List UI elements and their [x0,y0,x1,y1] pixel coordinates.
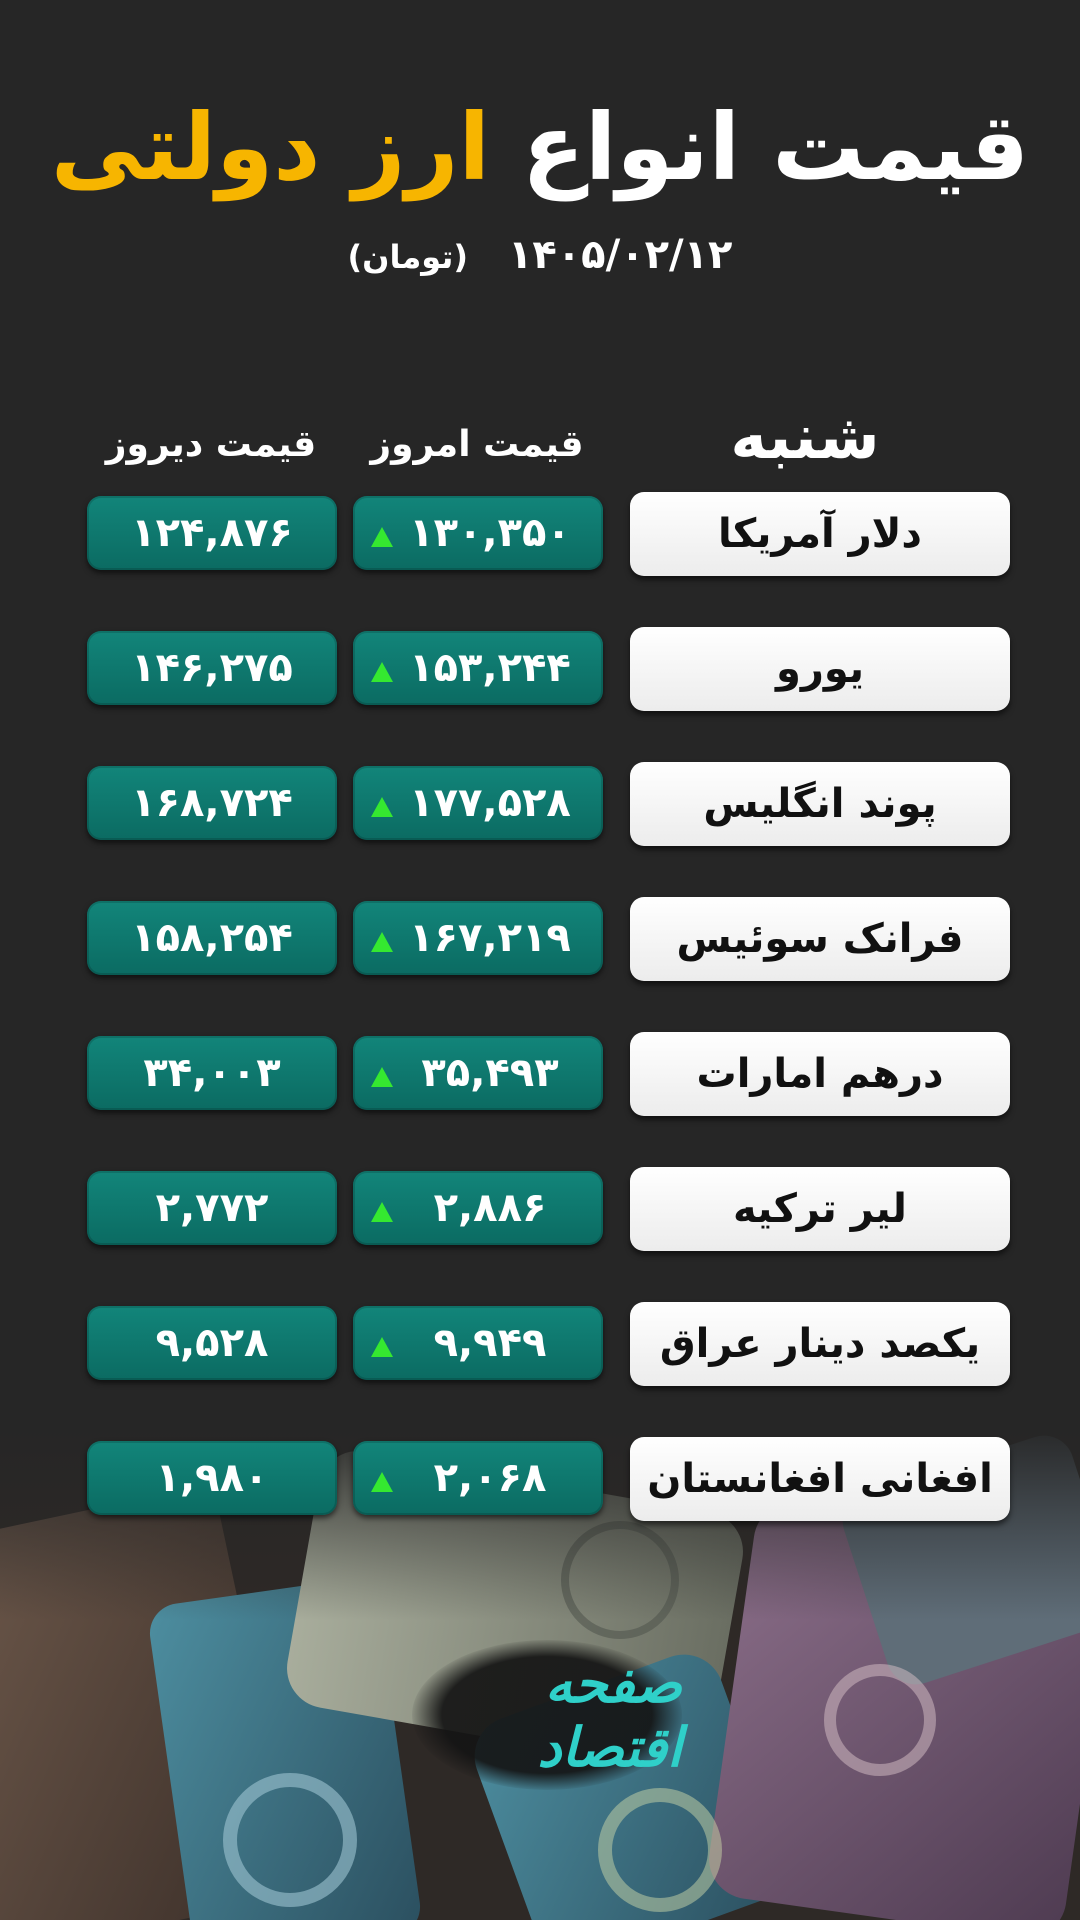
today-price-box: ۲,۰۶۸ [353,1441,603,1515]
yesterday-price-box: ۱۲۴,۸۷۶ [87,496,337,570]
currency-name: یکصد دینار عراق [630,1302,1010,1386]
today-price-box: ۹,۹۴۹ [353,1306,603,1380]
yesterday-price-box: ۱۵۸,۲۵۴ [87,901,337,975]
today-price-box: ۱۳۰,۳۵۰ [353,496,603,570]
date-line: ۱۴۰۵/۰۲/۱۲ (تومان) [0,232,1080,278]
up-arrow-icon [371,662,393,682]
yesterday-price-box: ۹,۵۲۸ [87,1306,337,1380]
today-price: ۹,۹۴۹ [433,1320,547,1366]
up-arrow-icon [371,1337,393,1357]
currency-name: یورو [630,627,1010,711]
up-arrow-icon [371,797,393,817]
title-yellow-part: ارز دولتی [50,94,490,201]
yesterday-price: ۱۶۸,۷۲۴ [131,780,293,826]
currency-name: افغانی افغانستان [630,1437,1010,1521]
today-price-header: قیمت امروز [370,424,584,465]
yesterday-price: ۹,۵۲۸ [155,1320,269,1366]
up-arrow-icon [371,1067,393,1087]
date-text: ۱۴۰۵/۰۲/۱۲ [507,232,733,278]
title-white-part: قیمت انواع [522,94,1030,201]
page-title: قیمت انواع ارز دولتی [0,88,1080,208]
today-price: ۱۶۷,۲۱۹ [409,915,571,961]
today-price: ۲,۸۸۶ [433,1185,547,1231]
yesterday-price: ۱۲۴,۸۷۶ [131,510,293,556]
up-arrow-icon [371,1202,393,1222]
today-price: ۲,۰۶۸ [433,1455,547,1501]
yesterday-price: ۲,۷۷۲ [155,1185,269,1231]
currency-name: درهم امارات [630,1032,1010,1116]
today-price: ۳۵,۴۹۳ [421,1050,559,1096]
table-row: افغانی افغانستان ۲,۰۶۸ ۱,۹۸۰ [0,1437,1080,1527]
yesterday-price-header: قیمت دیروز [105,424,317,465]
currency-name: فرانک سوئیس [630,897,1010,981]
unit-text: (تومان) [347,238,468,276]
yesterday-price-box: ۱۶۸,۷۲۴ [87,766,337,840]
table-row: پوند انگلیس ۱۷۷,۵۲۸ ۱۶۸,۷۲۴ [0,762,1080,852]
currency-name: دلار آمریکا [630,492,1010,576]
currency-name: لیر ترکیه [630,1167,1010,1251]
yesterday-price-box: ۳۴,۰۰۳ [87,1036,337,1110]
yesterday-price: ۱۴۶,۲۷۵ [131,645,293,691]
yesterday-price: ۱۵۸,۲۵۴ [131,915,293,961]
up-arrow-icon [371,527,393,547]
up-arrow-icon [371,1472,393,1492]
infographic: قیمت انواع ارز دولتی ۱۴۰۵/۰۲/۱۲ (تومان) … [0,0,1080,1920]
table-row: دلار آمریکا ۱۳۰,۳۵۰ ۱۲۴,۸۷۶ [0,492,1080,582]
up-arrow-icon [371,932,393,952]
yesterday-price: ۳۴,۰۰۳ [143,1050,281,1096]
table-row: یکصد دینار عراق ۹,۹۴۹ ۹,۵۲۸ [0,1302,1080,1392]
table-row: لیر ترکیه ۲,۸۸۶ ۲,۷۷۲ [0,1167,1080,1257]
today-price: ۱۵۳,۲۴۴ [409,645,571,691]
today-price-box: ۳۵,۴۹۳ [353,1036,603,1110]
table-row: یورو ۱۵۳,۲۴۴ ۱۴۶,۲۷۵ [0,627,1080,717]
today-price: ۱۷۷,۵۲۸ [409,780,571,826]
currency-name: پوند انگلیس [630,762,1010,846]
logo-text: صفحه اقتصاد [537,1651,682,1779]
yesterday-price: ۱,۹۸۰ [155,1455,269,1501]
yesterday-price-box: ۲,۷۷۲ [87,1171,337,1245]
today-price: ۱۳۰,۳۵۰ [409,510,571,556]
yesterday-price-box: ۱,۹۸۰ [87,1441,337,1515]
brand-logo: صفحه اقتصاد [412,1640,682,1790]
yesterday-price-box: ۱۴۶,۲۷۵ [87,631,337,705]
table-row: درهم امارات ۳۵,۴۹۳ ۳۴,۰۰۳ [0,1032,1080,1122]
today-price-box: ۱۶۷,۲۱۹ [353,901,603,975]
today-price-box: ۲,۸۸۶ [353,1171,603,1245]
table-row: فرانک سوئیس ۱۶۷,۲۱۹ ۱۵۸,۲۵۴ [0,897,1080,987]
weekday-label: شنبه [730,400,880,473]
today-price-box: ۱۵۳,۲۴۴ [353,631,603,705]
today-price-box: ۱۷۷,۵۲۸ [353,766,603,840]
